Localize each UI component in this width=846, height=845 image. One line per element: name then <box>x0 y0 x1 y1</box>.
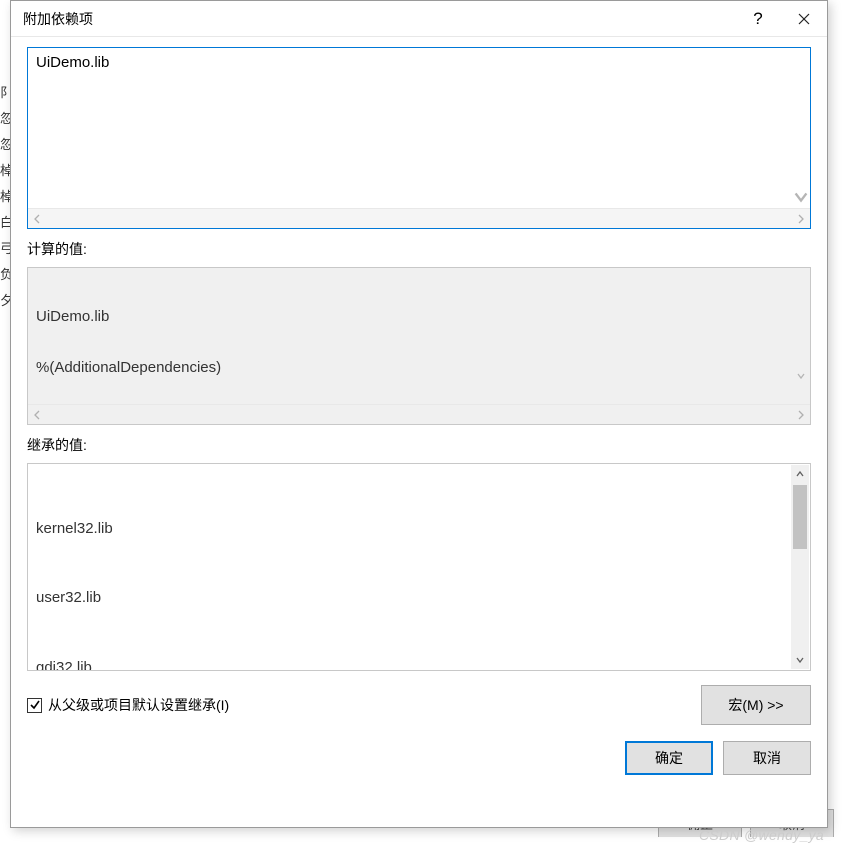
dependencies-editor <box>27 47 811 229</box>
titlebar-controls: ? <box>735 1 827 36</box>
editor-hscroll[interactable] <box>28 208 810 228</box>
ok-button[interactable]: 确定 <box>625 741 713 775</box>
cancel-button[interactable]: 取消 <box>723 741 811 775</box>
close-icon <box>798 13 810 25</box>
calc-vscroll-down[interactable] <box>754 351 806 402</box>
additional-dependencies-dialog: 附加依赖项 ? 计算的值: UiDemo.lib %(Addi <box>10 0 828 828</box>
chevron-down-icon <box>796 371 806 381</box>
calc-hscroll[interactable] <box>28 404 810 424</box>
close-button[interactable] <box>781 1 827 36</box>
calculated-values-content: UiDemo.lib %(AdditionalDependencies) <box>28 268 810 404</box>
check-icon <box>29 699 41 711</box>
calc-line: %(AdditionalDependencies) <box>36 359 802 376</box>
calculated-values-box: UiDemo.lib %(AdditionalDependencies) <box>27 267 811 425</box>
inherited-values-box: kernel32.lib user32.lib gdi32.lib winspo… <box>27 463 811 671</box>
dependencies-textarea[interactable] <box>28 48 810 208</box>
dialog-action-row: 确定 取消 <box>27 741 811 775</box>
inherited-lib: kernel32.lib <box>36 517 788 540</box>
titlebar: 附加依赖项 ? <box>11 1 827 37</box>
scroll-thumb[interactable] <box>793 485 807 549</box>
chevron-left-icon <box>32 214 42 224</box>
inherited-vscroll[interactable] <box>791 465 809 669</box>
macros-button[interactable]: 宏(M) >> <box>701 685 811 725</box>
inherited-values-content: kernel32.lib user32.lib gdi32.lib winspo… <box>28 464 810 670</box>
dialog-body: 计算的值: UiDemo.lib %(AdditionalDependencie… <box>11 37 827 827</box>
inherit-checkbox-label: 从父级或项目默认设置继承(I) <box>48 695 229 715</box>
inherited-lib: gdi32.lib <box>36 656 788 670</box>
inherit-from-parent-checkbox[interactable]: 从父级或项目默认设置继承(I) <box>27 695 229 715</box>
chevron-right-icon <box>796 214 806 224</box>
chevron-left-icon <box>32 410 42 420</box>
scroll-down-button[interactable] <box>791 651 809 669</box>
scroll-up-button[interactable] <box>791 465 809 483</box>
chevron-down-icon <box>795 655 805 665</box>
help-button[interactable]: ? <box>735 1 781 36</box>
calc-line: UiDemo.lib <box>36 308 802 325</box>
checkbox-box <box>27 698 42 713</box>
dialog-title: 附加依赖项 <box>23 9 735 29</box>
calculated-values-label: 计算的值: <box>27 239 811 259</box>
chevron-up-icon <box>795 469 805 479</box>
editor-vscroll[interactable] <box>792 48 810 208</box>
chevron-down-icon <box>792 188 810 206</box>
options-row: 从父级或项目默认设置继承(I) 宏(M) >> <box>27 685 811 725</box>
inherited-lib: user32.lib <box>36 586 788 609</box>
inherited-values-label: 继承的值: <box>27 435 811 455</box>
chevron-right-icon <box>796 410 806 420</box>
